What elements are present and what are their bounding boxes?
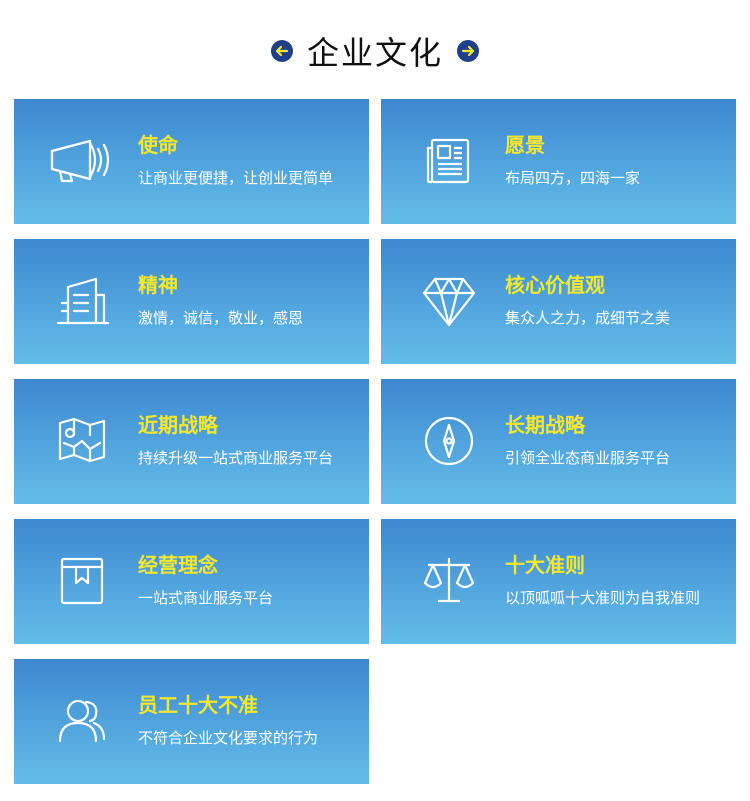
scales-icon — [409, 549, 489, 613]
card-long-term-strategy[interactable]: 长期战略 引领全业态商业服务平台 — [381, 379, 736, 504]
diamond-icon — [409, 269, 489, 333]
card-title: 员工十大不准 — [138, 693, 258, 717]
card-desc: 集众人之力，成细节之美 — [505, 309, 671, 327]
culture-grid: 使命 让商业更便捷，让创业更简单 愿景 布局四方，四海一家 精神 激情，诚信，敬… — [14, 99, 736, 784]
card-title: 愿景 — [505, 133, 545, 157]
card-title: 精神 — [138, 273, 178, 297]
card-vision[interactable]: 愿景 布局四方，四海一家 — [381, 99, 736, 224]
card-desc: 布局四方，四海一家 — [505, 169, 641, 187]
arrow-right-icon[interactable] — [457, 40, 479, 62]
map-icon — [42, 409, 122, 473]
card-title: 经营理念 — [138, 553, 218, 577]
card-employee-prohibitions[interactable]: 员工十大不准 不符合企业文化要求的行为 — [14, 659, 369, 784]
card-title: 十大准则 — [505, 553, 585, 577]
newspaper-icon — [409, 129, 489, 193]
card-title: 近期战略 — [138, 413, 218, 437]
card-desc: 持续升级一站式商业服务平台 — [138, 449, 334, 467]
card-business-philosophy[interactable]: 经营理念 一站式商业服务平台 — [14, 519, 369, 644]
card-spirit[interactable]: 精神 激情，诚信，敬业，感恩 — [14, 239, 369, 364]
bookmark-book-icon — [42, 549, 122, 613]
card-desc: 引领全业态商业服务平台 — [505, 449, 671, 467]
card-mission[interactable]: 使命 让商业更便捷，让创业更简单 — [14, 99, 369, 224]
card-core-values[interactable]: 核心价值观 集众人之力，成细节之美 — [381, 239, 736, 364]
card-title: 长期战略 — [505, 413, 585, 437]
card-ten-principles[interactable]: 十大准则 以顶呱呱十大准则为自我准则 — [381, 519, 736, 644]
section-header: 企业文化 — [0, 28, 750, 74]
card-desc: 一站式商业服务平台 — [138, 589, 274, 607]
card-title: 使命 — [138, 133, 178, 157]
megaphone-icon — [42, 129, 122, 193]
card-desc: 以顶呱呱十大准则为自我准则 — [505, 589, 701, 607]
users-icon — [42, 689, 122, 753]
card-title: 核心价值观 — [505, 273, 605, 297]
arrow-left-icon[interactable] — [270, 40, 293, 62]
page-title: 企业文化 — [306, 34, 443, 72]
building-icon — [42, 269, 122, 333]
card-desc: 不符合企业文化要求的行为 — [138, 729, 319, 747]
card-desc: 激情，诚信，敬业，感恩 — [138, 309, 304, 327]
card-desc: 让商业更便捷，让创业更简单 — [138, 169, 334, 187]
card-near-term-strategy[interactable]: 近期战略 持续升级一站式商业服务平台 — [14, 379, 369, 504]
compass-icon — [409, 409, 489, 473]
